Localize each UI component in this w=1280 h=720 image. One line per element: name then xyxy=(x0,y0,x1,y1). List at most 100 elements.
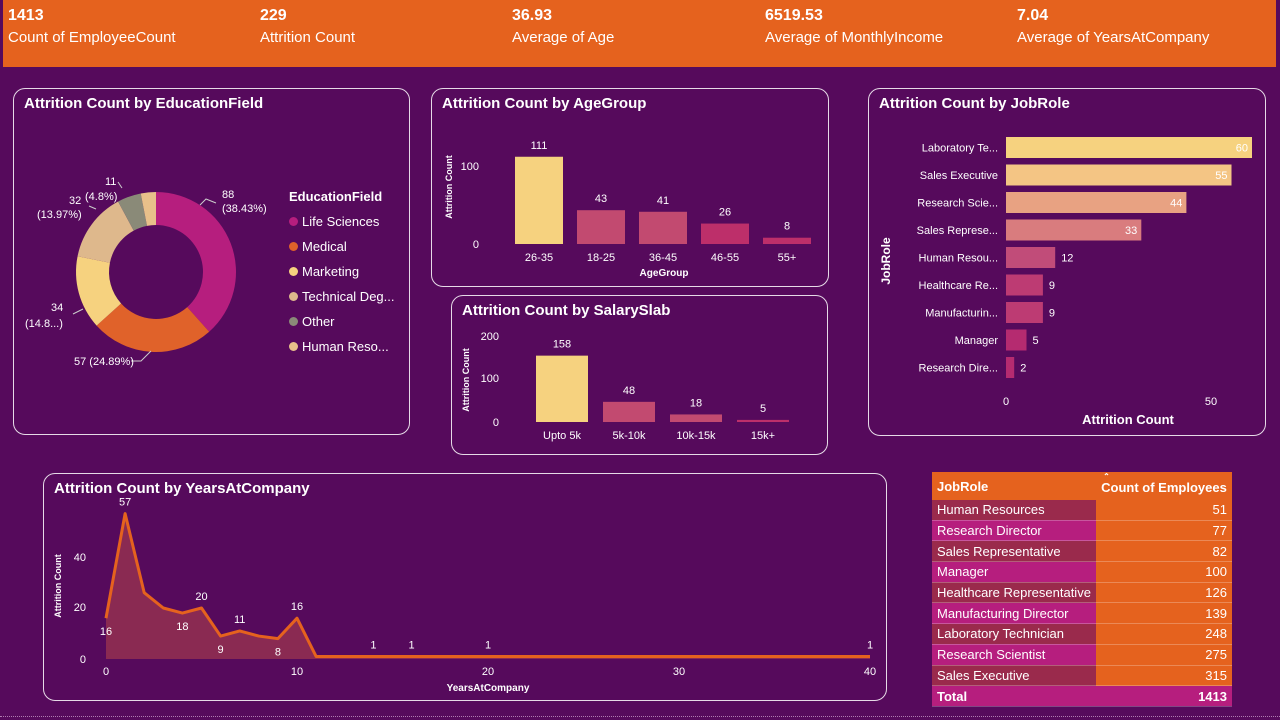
bar-18-25[interactable] xyxy=(577,210,625,244)
x-tick: 5k-10k xyxy=(612,430,646,442)
bar-5k-10k[interactable] xyxy=(603,401,655,422)
cell-count: 139 xyxy=(1096,602,1232,625)
kpi-average-monthly-income[interactable]: 6519.53 Average of MonthlyIncome xyxy=(765,6,943,48)
legend-item-technical-degree[interactable]: Technical Deg... xyxy=(289,284,395,309)
data-label: 9 xyxy=(218,644,224,656)
total-value: 1413 xyxy=(1096,685,1232,707)
series-line[interactable] xyxy=(104,512,870,658)
y-tick: Manager xyxy=(955,335,999,347)
y-tick: Laboratory Te... xyxy=(922,143,998,155)
cell-role: Healthcare Representative xyxy=(932,582,1097,604)
bar-healthcare-re[interactable] xyxy=(1006,274,1043,296)
legend-item-medical[interactable]: Medical xyxy=(289,234,395,259)
cell-role: Research Director xyxy=(932,520,1097,542)
bar-46-55[interactable] xyxy=(701,223,749,244)
table-row[interactable]: Healthcare Representative 126 xyxy=(932,582,1232,604)
bar-laboratory-te[interactable] xyxy=(1006,137,1252,158)
x-tick: 0 xyxy=(103,666,109,678)
column-header-jobrole[interactable]: JobRole xyxy=(932,472,1097,500)
cell-count: 100 xyxy=(1096,561,1232,583)
legend-label: Other xyxy=(302,314,335,329)
bar-15k[interactable] xyxy=(737,419,789,422)
education-legend: EducationField Life Sciences Medical Mar… xyxy=(289,189,395,359)
y-tick: Human Resou... xyxy=(919,253,998,265)
table-row[interactable]: Research Scientist 275 xyxy=(932,644,1232,666)
data-label: 11 xyxy=(234,614,245,626)
x-axis-label: AgeGroup xyxy=(640,268,689,279)
legend-item-life-sciences[interactable]: Life Sciences xyxy=(289,209,395,234)
kpi-employee-count[interactable]: 1413 Count of EmployeeCount xyxy=(8,6,176,48)
leader-line xyxy=(131,350,152,362)
bar-sales-represe[interactable] xyxy=(1006,219,1142,241)
leader-line xyxy=(88,205,97,210)
salary-slab-panel[interactable]: Attrition Count by SalarySlab Attrition … xyxy=(451,295,828,455)
data-label: (4.8%) xyxy=(85,191,117,203)
job-role-employee-table[interactable]: JobRole ⌃ Count of Employees Human Resour… xyxy=(932,472,1232,707)
legend-swatch xyxy=(289,217,298,226)
data-label: 57 (24.89%) xyxy=(74,356,134,368)
years-at-company-panel[interactable]: Attrition Count by YearsAtCompany Attrit… xyxy=(43,473,887,701)
bar-research-scie[interactable] xyxy=(1006,192,1187,213)
column-header-count[interactable]: ⌃ Count of Employees xyxy=(1096,472,1232,500)
leader-line xyxy=(117,181,123,189)
y-tick: 0 xyxy=(493,417,499,429)
x-tick: 10k-15k xyxy=(676,430,716,442)
bar-manager[interactable] xyxy=(1006,329,1027,351)
kpi-average-years-at-company[interactable]: 7.04 Average of YearsAtCompany xyxy=(1017,6,1209,48)
bar-upto-5k[interactable] xyxy=(536,355,588,422)
age-group-panel[interactable]: Attrition Count by AgeGroup Attrition Co… xyxy=(431,88,829,287)
data-label: 20 xyxy=(195,591,207,603)
legend-swatch xyxy=(289,292,298,301)
data-label: (14.8...) xyxy=(25,318,63,330)
kpi-average-age[interactable]: 36.93 Average of Age xyxy=(512,6,614,48)
bar-10k-15k[interactable] xyxy=(670,414,722,422)
legend-item-marketing[interactable]: Marketing xyxy=(289,259,395,284)
age-group-bar-chart[interactable]: Attrition Count 100 0 111 26-35 43 18-25 41 3… xyxy=(432,89,830,288)
table-total-row[interactable]: Total 1413 xyxy=(932,685,1232,707)
bar-36-45[interactable] xyxy=(639,211,687,244)
cell-count: 248 xyxy=(1096,623,1232,645)
y-tick: Sales Represe... xyxy=(917,225,998,237)
table-row[interactable]: Manufacturing Director 139 xyxy=(932,602,1232,625)
kpi-value: 6519.53 xyxy=(765,7,823,24)
table-row[interactable]: Sales Representative 82 xyxy=(932,540,1232,563)
years-at-company-area-chart[interactable]: Attrition Count 40 20 0 165718209118161 1… xyxy=(44,474,888,702)
y-tick: Sales Executive xyxy=(920,170,998,182)
cell-role: Laboratory Technician xyxy=(932,623,1097,645)
education-field-panel[interactable]: Attrition Count by EducationField 88 (38… xyxy=(13,88,410,435)
table-row[interactable]: Human Resources 51 xyxy=(932,500,1232,521)
legend-item-human-resources[interactable]: Human Reso... xyxy=(289,334,395,359)
x-tick: 30 xyxy=(673,666,685,678)
table-row[interactable]: Manager 100 xyxy=(932,561,1232,583)
legend-item-other[interactable]: Other xyxy=(289,309,395,334)
kpi-value: 229 xyxy=(260,7,287,24)
table-row[interactable]: Sales Executive 315 xyxy=(932,665,1232,687)
salary-slab-bar-chart[interactable]: Attrition Count 200 100 0 158 Upto 5k 48 5k… xyxy=(452,296,829,456)
y-tick: 20 xyxy=(74,602,86,614)
x-tick: 26-35 xyxy=(525,252,553,264)
cell-count: 77 xyxy=(1096,520,1232,542)
data-label: 8 xyxy=(275,647,281,659)
bar-research-dire[interactable] xyxy=(1006,357,1015,378)
kpi-label: Average of MonthlyIncome xyxy=(765,29,944,46)
bar-55[interactable] xyxy=(763,237,811,244)
bar-26-35[interactable] xyxy=(515,156,563,244)
total-label: Total xyxy=(932,685,1097,707)
data-label: 26 xyxy=(719,207,731,219)
table-row[interactable]: Research Director 77 xyxy=(932,520,1232,542)
kpi-value: 36.93 xyxy=(512,7,553,24)
kpi-label: Average of Age xyxy=(512,29,615,46)
data-label: 60 xyxy=(1236,143,1248,155)
cell-count: 315 xyxy=(1096,665,1232,687)
bar-sales-executive[interactable] xyxy=(1006,164,1232,186)
leader-line xyxy=(199,198,217,206)
job-role-panel[interactable]: Attrition Count by JobRole JobRole Labor… xyxy=(868,88,1266,436)
job-role-bar-chart[interactable]: JobRole Laboratory Te... 60 Sales Executiv… xyxy=(869,89,1267,437)
bar-manufacturin[interactable] xyxy=(1006,302,1043,323)
legend-swatch xyxy=(289,242,298,251)
bar-human-resou[interactable] xyxy=(1006,247,1056,268)
table-row[interactable]: Laboratory Technician 248 xyxy=(932,623,1232,645)
kpi-attrition-count[interactable]: 229 Attrition Count xyxy=(260,6,355,48)
legend-label: Medical xyxy=(302,239,347,254)
data-label: 32 xyxy=(69,195,81,207)
